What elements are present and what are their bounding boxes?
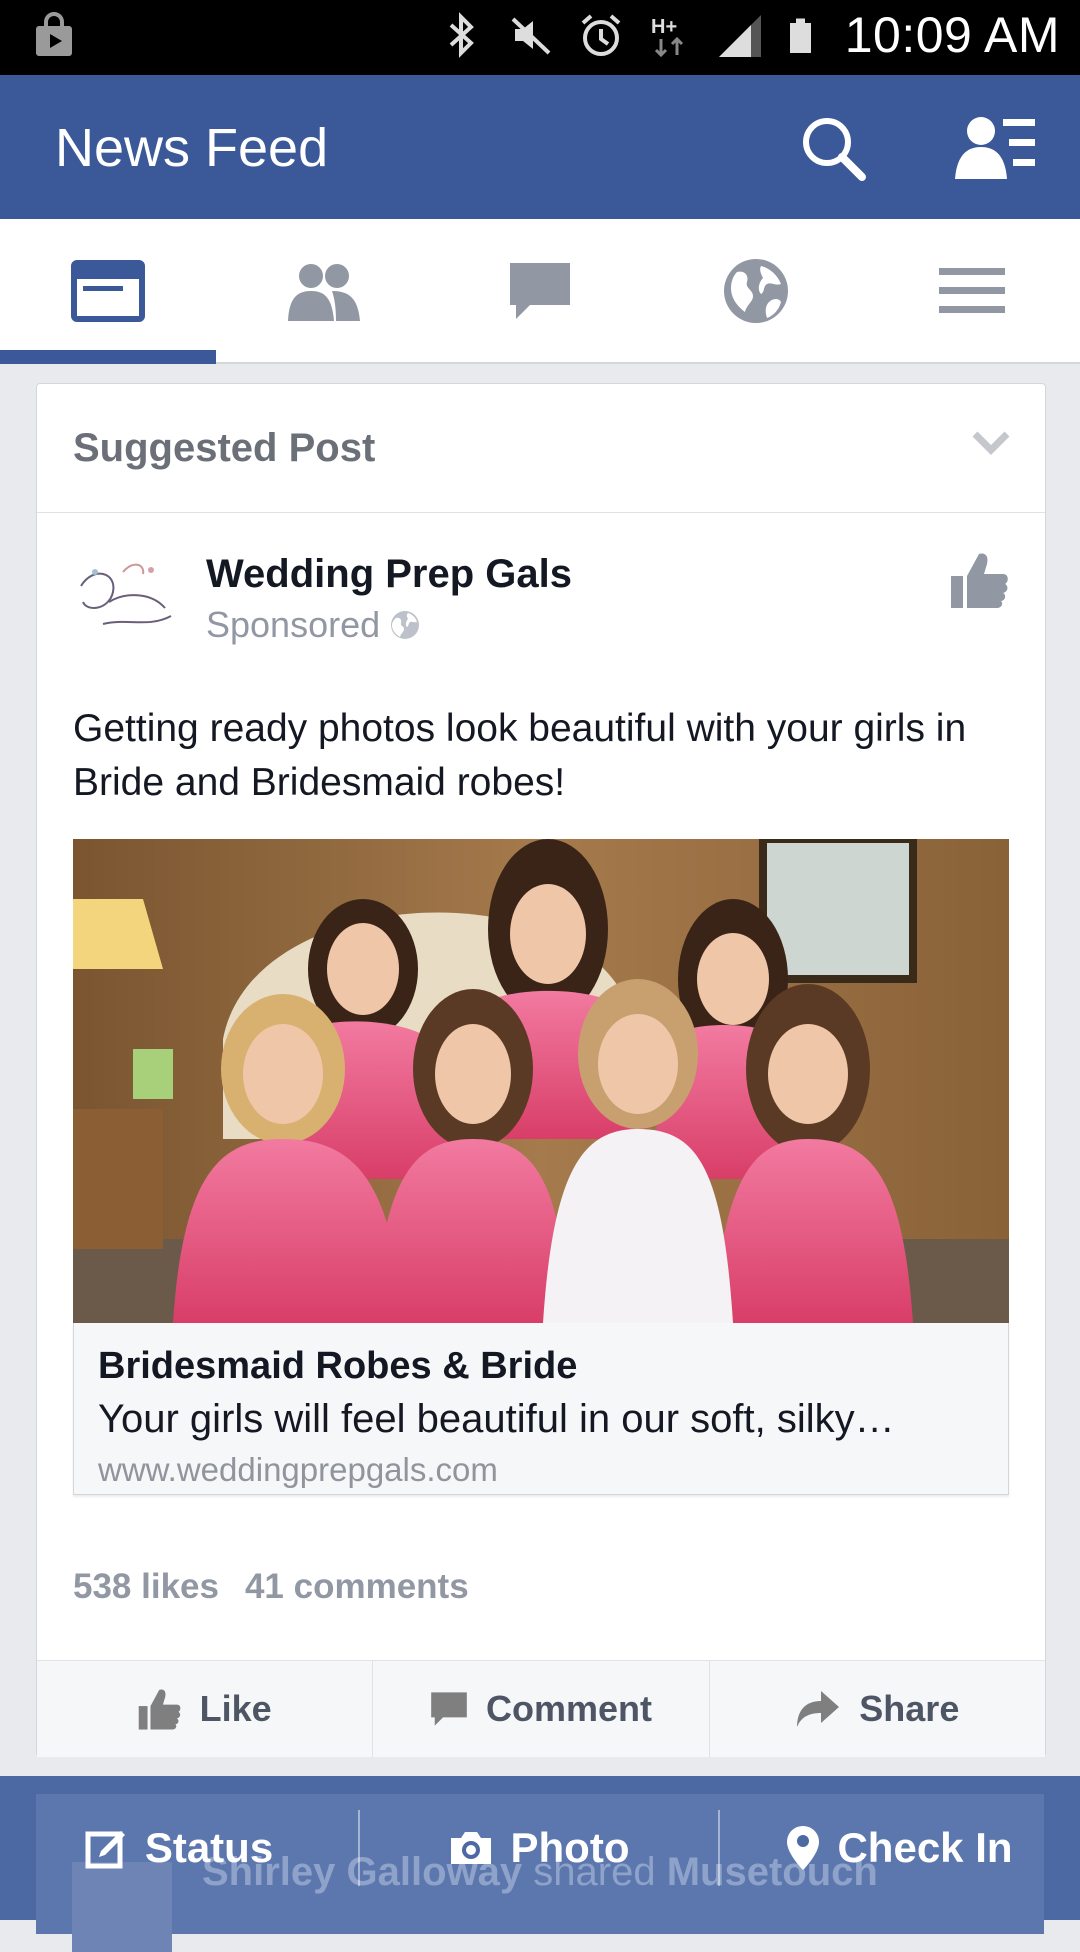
shopping-bag-icon [30, 12, 78, 60]
thumbs-up-icon [138, 1689, 181, 1730]
active-tab-indicator [0, 350, 216, 364]
alarm-icon [581, 14, 621, 56]
composer-bar: Shirley Galloway shared Musetouch Status… [0, 1776, 1080, 1952]
share-label: Share [859, 1688, 960, 1729]
page-title: News Feed [55, 118, 329, 178]
status-bar: H+ 10:09 AM [0, 0, 1080, 75]
like-page-icon[interactable] [951, 550, 1009, 610]
sponsored-label: Sponsored [206, 604, 420, 646]
link-description: Your girls will feel beautiful in our so… [98, 1397, 895, 1441]
photo-label: Photo [510, 1824, 630, 1871]
sponsored-text: Sponsored [206, 604, 381, 645]
post-stats: 538 likes 41 comments [73, 1567, 469, 1607]
edit-icon [85, 1831, 125, 1869]
bluetooth-icon [449, 12, 474, 58]
page-name[interactable]: Wedding Prep Gals [206, 552, 572, 597]
news-feed-icon [71, 259, 145, 322]
share-button[interactable]: Share [710, 1661, 1045, 1757]
comment-button[interactable]: Comment [373, 1661, 710, 1757]
like-button[interactable]: Like [37, 1661, 374, 1757]
comment-icon [431, 1692, 467, 1726]
search-icon[interactable] [798, 113, 868, 183]
mute-icon [511, 17, 551, 55]
tab-more[interactable] [864, 219, 1080, 362]
post-photo[interactable] [73, 839, 1009, 1323]
page-avatar[interactable] [73, 552, 181, 644]
tab-notifications[interactable] [648, 219, 864, 362]
like-label: Like [199, 1688, 272, 1729]
link-title: Bridesmaid Robes & Bride [98, 1345, 578, 1387]
friend-requests-icon[interactable] [955, 113, 1039, 183]
likes-count[interactable]: 538 likes [73, 1567, 219, 1607]
svg-text:H+: H+ [651, 16, 677, 38]
check-in-label: Check In [837, 1824, 1013, 1871]
battery-icon [789, 18, 811, 53]
suggested-post-header: Suggested Post [37, 384, 1045, 513]
menu-icon [939, 267, 1005, 313]
globe-icon [724, 258, 788, 323]
friends-icon [288, 263, 360, 321]
suggested-post-label: Suggested Post [73, 426, 376, 470]
link-url: www.weddingprepgals.com [98, 1451, 498, 1488]
status-label: Status [144, 1824, 274, 1871]
comment-label: Comment [485, 1688, 652, 1729]
signal-icon [718, 15, 761, 57]
comments-count[interactable]: 41 comments [245, 1567, 469, 1607]
clock: 10:09 AM [844, 7, 1060, 63]
photo-button[interactable]: Photo [360, 1776, 718, 1920]
tab-friend-requests[interactable] [216, 219, 432, 362]
chevron-down-icon[interactable] [971, 428, 1011, 458]
status-button[interactable]: Status [0, 1776, 358, 1920]
check-in-button[interactable]: Check In [720, 1776, 1080, 1920]
location-pin-icon [787, 1826, 820, 1870]
suggested-post-card: Suggested Post Wedding Prep Gals Sponsor… [36, 383, 1046, 1757]
post-actions: Like Comment Share [37, 1660, 1045, 1757]
app-header: News Feed [0, 75, 1080, 219]
camera-icon [450, 1832, 491, 1864]
tab-bar [0, 219, 1080, 364]
share-arrow-icon [797, 1691, 840, 1727]
messages-icon [510, 262, 570, 319]
post-header: Wedding Prep Gals Sponsored [37, 512, 1045, 662]
tab-news-feed[interactable] [0, 219, 216, 362]
link-preview[interactable]: Bridesmaid Robes & Bride Your girls will… [73, 1323, 1009, 1495]
post-text: Getting ready photos look beautiful with… [73, 707, 967, 804]
globe-icon [391, 611, 420, 639]
tab-messages[interactable] [432, 219, 648, 362]
network-type-icon: H+ [651, 16, 683, 58]
